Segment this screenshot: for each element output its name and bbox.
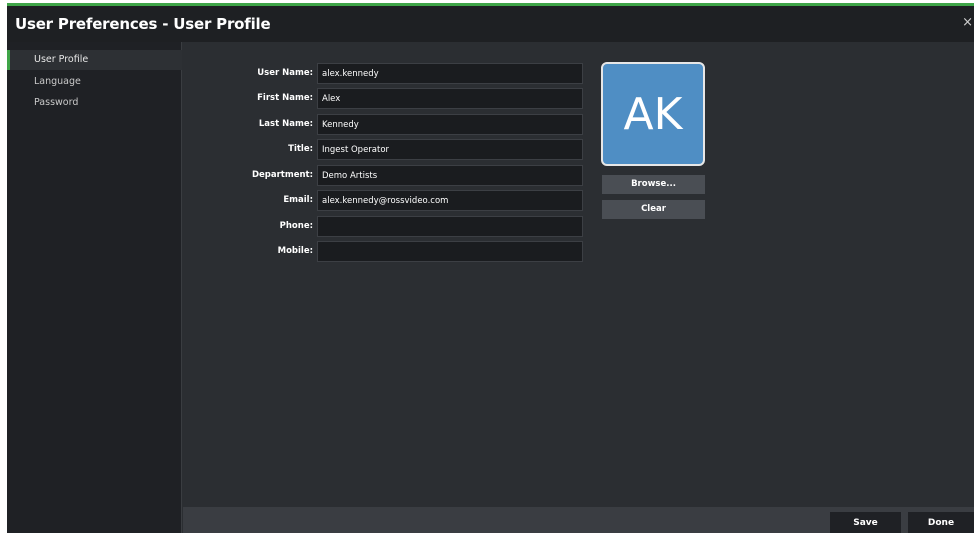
avatar-initials: AK — [623, 88, 683, 140]
dialog-title: User Preferences - User Profile — [15, 15, 271, 33]
first-name-label: First Name: — [257, 93, 313, 103]
profile-content: User Name: First Name: Last Name: Title:… — [183, 42, 974, 507]
browse-button[interactable]: Browse... — [602, 175, 705, 194]
sidebar-item-user-profile[interactable]: User Profile — [7, 50, 182, 70]
email-label: Email: — [283, 195, 313, 205]
sidebar: User Profile Language Password — [7, 42, 182, 533]
sidebar-item-password[interactable]: Password — [7, 93, 182, 113]
email-field[interactable] — [317, 190, 583, 211]
dialog-footer: Save Done — [183, 507, 974, 533]
user-name-label: User Name: — [257, 68, 313, 78]
title-label: Title: — [288, 144, 313, 154]
mobile-field[interactable] — [317, 241, 583, 262]
done-button[interactable]: Done — [908, 512, 974, 533]
department-label: Department: — [251, 170, 313, 180]
first-name-field[interactable] — [317, 88, 583, 109]
avatar: AK — [601, 62, 705, 166]
phone-label: Phone: — [279, 221, 313, 231]
title-field[interactable] — [317, 139, 583, 160]
save-button[interactable]: Save — [830, 512, 901, 533]
mobile-label: Mobile: — [277, 246, 313, 256]
title-bar: User Preferences - User Profile × — [7, 6, 974, 42]
department-field[interactable] — [317, 165, 583, 186]
last-name-field[interactable] — [317, 114, 583, 135]
sidebar-item-language[interactable]: Language — [7, 72, 182, 92]
phone-field[interactable] — [317, 216, 583, 237]
user-name-field[interactable] — [317, 63, 583, 84]
clear-button[interactable]: Clear — [602, 200, 705, 219]
last-name-label: Last Name: — [258, 119, 313, 129]
user-preferences-dialog: User Preferences - User Profile × User P… — [7, 3, 974, 533]
close-icon[interactable]: × — [962, 15, 973, 30]
